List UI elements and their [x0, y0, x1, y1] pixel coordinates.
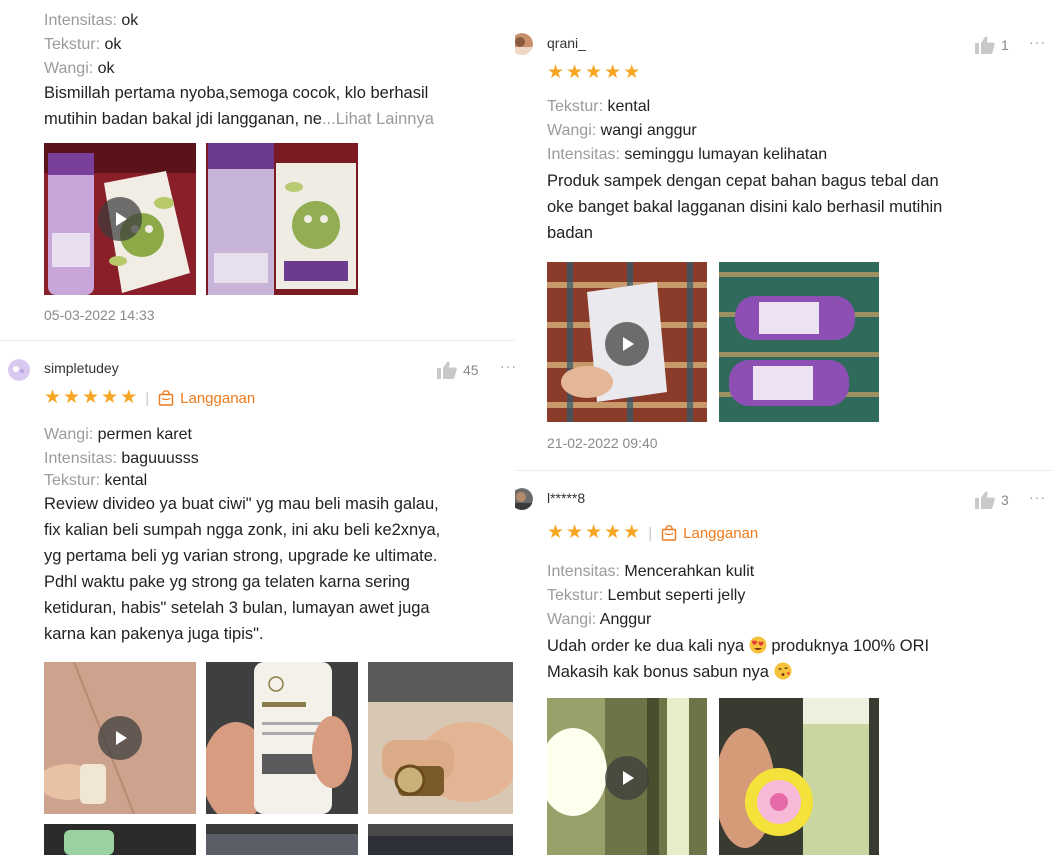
review-photo-thumbnail[interactable]: [206, 143, 358, 295]
review-text: Udah order ke dua kali nya produknya 100…: [547, 636, 930, 681]
star-icon: ★: [585, 522, 603, 543]
review-photo-thumbnail[interactable]: [206, 824, 358, 855]
star-icon: ★: [585, 62, 603, 83]
review-attribute-scent: Wangi: Anggur: [547, 611, 652, 628]
thumbs-up-icon: [975, 36, 995, 54]
review-date: 05-03-2022 14:33: [44, 307, 155, 323]
star-icon: ★: [547, 62, 565, 83]
star-icon: ★: [604, 62, 622, 83]
review-date: 21-02-2022 09:40: [547, 435, 658, 451]
review-username[interactable]: simpletudey: [44, 360, 119, 376]
star-icon: ★: [623, 62, 641, 83]
review-attribute-texture: Tekstur: ok: [44, 36, 122, 53]
review-divider: [0, 340, 515, 341]
review-video-thumbnail[interactable]: [44, 143, 196, 295]
kissing-heart-emoji-icon: [774, 662, 792, 680]
like-count: 45: [463, 362, 479, 378]
review-video-thumbnail[interactable]: [547, 262, 707, 422]
star-icon: ★: [566, 62, 584, 83]
thumbs-up-icon: [975, 491, 995, 509]
review-photo-thumbnail[interactable]: [719, 698, 879, 855]
left-review-column: Intensitas: ok Tekstur: ok Wangi: ok Bis…: [0, 0, 515, 855]
star-icon: ★: [604, 522, 622, 543]
review-video-thumbnail[interactable]: [547, 698, 707, 855]
review-photo-thumbnail[interactable]: [719, 262, 879, 422]
thumbs-up-icon: [437, 361, 457, 379]
star-icon: ★: [547, 522, 565, 543]
review-video-thumbnail[interactable]: [44, 662, 196, 814]
watch-photo: [368, 662, 513, 814]
star-icon: ★: [623, 522, 641, 543]
play-icon[interactable]: [98, 197, 142, 241]
star-rating: ★ ★ ★ ★ ★ | Langganan: [44, 388, 255, 408]
star-icon: ★: [120, 387, 138, 408]
avatar[interactable]: [515, 488, 533, 510]
star-icon: ★: [63, 387, 81, 408]
review-photo-thumbnail[interactable]: [44, 824, 196, 855]
see-more-link[interactable]: ...Lihat Lainnya: [322, 110, 434, 128]
heart-eyes-emoji-icon: [749, 636, 767, 654]
avatar[interactable]: [515, 33, 533, 55]
like-button[interactable]: 1: [975, 36, 1009, 54]
star-icon: ★: [101, 387, 119, 408]
review-username[interactable]: l*****8: [547, 490, 585, 506]
play-icon[interactable]: [605, 756, 649, 800]
review-attribute-texture: Tekstur: kental: [44, 472, 148, 489]
review-photo-thumbnail[interactable]: [206, 662, 358, 814]
shopping-bag-icon: [661, 525, 677, 541]
play-icon[interactable]: [605, 322, 649, 366]
review-attribute-scent: Wangi: ok: [44, 60, 115, 77]
star-rating: ★ ★ ★ ★ ★ | Langganan: [547, 523, 758, 543]
more-options-button[interactable]: ···: [500, 358, 515, 374]
like-count: 3: [1001, 492, 1009, 508]
avatar[interactable]: [8, 359, 30, 381]
lotion-and-mask-photo: [206, 143, 358, 295]
subscription-badge: Langganan: [661, 525, 758, 542]
star-icon: ★: [566, 522, 584, 543]
shopping-bag-icon: [158, 390, 174, 406]
more-options-button[interactable]: ···: [1029, 489, 1046, 505]
like-count: 1: [1001, 37, 1009, 53]
ultimate-lotion-photo: [206, 662, 358, 814]
more-options-button[interactable]: ···: [1029, 34, 1046, 50]
subscription-badge: Langganan: [158, 390, 255, 407]
review-attribute-scent: Wangi: wangi anggur: [547, 122, 697, 139]
review-username[interactable]: qrani_: [547, 35, 586, 51]
separator: |: [648, 524, 653, 542]
separator: |: [145, 389, 150, 407]
review-attribute-intensity: Intensitas: ok: [44, 12, 139, 29]
play-icon[interactable]: [98, 716, 142, 760]
review-attribute-texture: Tekstur: kental: [547, 98, 651, 115]
review-text: Review divideo ya buat ciwi" yg mau beli…: [44, 495, 441, 643]
review-attribute-intensity: Intensitas: baguuusss: [44, 450, 199, 467]
review-divider: [515, 470, 1053, 471]
two-lotion-bottles-photo: [719, 262, 879, 422]
review-text: Produk sampek dengan cepat bahan bagus t…: [547, 172, 943, 242]
soap-and-bottle-photo: [719, 698, 879, 855]
review-attribute-texture: Tekstur: Lembut seperti jelly: [547, 587, 746, 604]
like-button[interactable]: 45: [437, 361, 479, 379]
star-rating: ★ ★ ★ ★ ★: [547, 63, 642, 83]
star-icon: ★: [44, 387, 62, 408]
like-button[interactable]: 3: [975, 491, 1009, 509]
review-attribute-intensity: Intensitas: seminggu lumayan kelihatan: [547, 146, 828, 163]
review-text: Bismillah pertama nyoba,semoga cocok, kl…: [44, 84, 434, 128]
review-attribute-intensity: Intensitas: Mencerahkan kulit: [547, 563, 755, 580]
star-icon: ★: [82, 387, 100, 408]
review-photo-thumbnail[interactable]: [368, 824, 513, 855]
review-attribute-scent: Wangi: permen karet: [44, 426, 192, 443]
review-photo-thumbnail[interactable]: [368, 662, 513, 814]
right-review-column: qrani_ 1 ··· ★ ★ ★ ★ ★ Tekstur: kental W…: [515, 0, 1053, 855]
